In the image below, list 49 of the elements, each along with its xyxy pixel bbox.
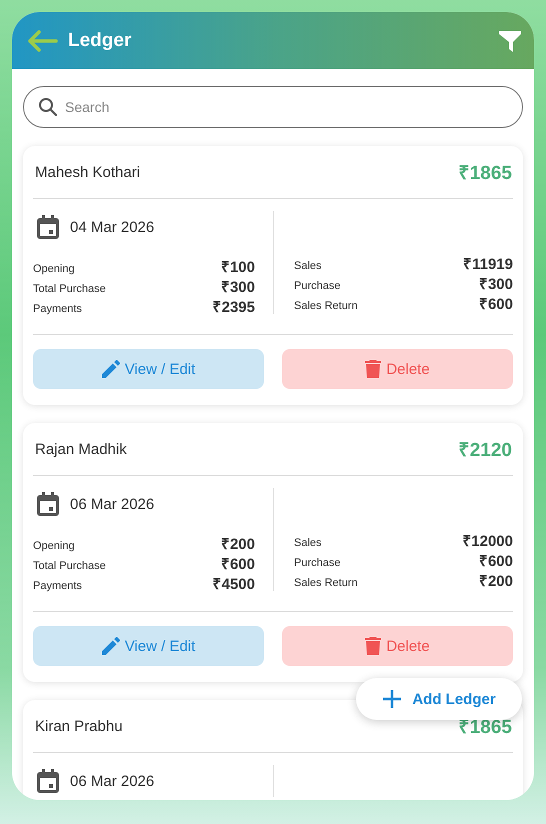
trash-icon: [365, 360, 382, 378]
stat-value: ₹600: [478, 295, 513, 313]
plus-icon: [382, 689, 402, 709]
stat-value: ₹200: [478, 572, 513, 590]
stat-value: ₹100: [220, 258, 255, 276]
stat-label: Total Purchase: [33, 560, 106, 572]
stat-label: Sales Return: [294, 300, 358, 312]
stat-label: Purchase: [294, 280, 340, 292]
trash-icon: [365, 637, 382, 655]
stat-label: Opening: [33, 263, 75, 275]
stat-value: ₹600: [478, 552, 513, 570]
stat-value: ₹200: [220, 535, 255, 553]
view-edit-button[interactable]: View / Edit: [33, 349, 264, 389]
view-edit-button[interactable]: View / Edit: [33, 626, 264, 666]
stat-label: Sales Return: [294, 577, 358, 589]
stat-value: ₹600: [220, 555, 255, 573]
delete-button[interactable]: Delete: [282, 349, 513, 389]
search-field[interactable]: Search: [23, 86, 523, 128]
stat-value: ₹11919: [463, 255, 513, 273]
ledger-date: 06 Mar 2026: [70, 496, 154, 512]
stat-label: Sales: [294, 260, 322, 272]
pencil-icon: [102, 360, 120, 378]
calendar-icon: [37, 492, 59, 516]
stat-value: ₹300: [478, 275, 513, 293]
stat-label: Sales: [294, 537, 322, 549]
stat-value: ₹300: [220, 278, 255, 296]
customer-name: Mahesh Kothari: [35, 164, 140, 180]
pencil-icon: [102, 637, 120, 655]
customer-name: Kiran Prabhu: [35, 718, 123, 734]
delete-button[interactable]: Delete: [282, 626, 513, 666]
stat-label: Opening: [33, 540, 75, 552]
stat-label: Total Purchase: [33, 283, 106, 295]
stat-value: ₹12000: [462, 532, 513, 550]
filter-icon[interactable]: [498, 28, 522, 52]
stat-label: Payments: [33, 580, 82, 592]
stat-label: Payments: [33, 303, 82, 315]
balance-amount: ₹1865: [458, 162, 512, 185]
stat-label: Purchase: [294, 557, 340, 569]
balance-amount: ₹2120: [458, 439, 512, 462]
add-ledger-button[interactable]: Add Ledger: [356, 678, 522, 720]
stat-value: ₹2395: [212, 298, 255, 316]
page-title: Ledger: [68, 30, 132, 52]
calendar-icon: [37, 769, 59, 793]
calendar-icon: [37, 215, 59, 239]
ledger-date: 06 Mar 2026: [70, 772, 154, 790]
customer-name: Rajan Madhik: [35, 440, 127, 458]
back-arrow-icon[interactable]: [26, 28, 58, 52]
ledger-date: 04 Mar 2026: [70, 218, 154, 236]
stat-value: ₹4500: [212, 575, 255, 593]
